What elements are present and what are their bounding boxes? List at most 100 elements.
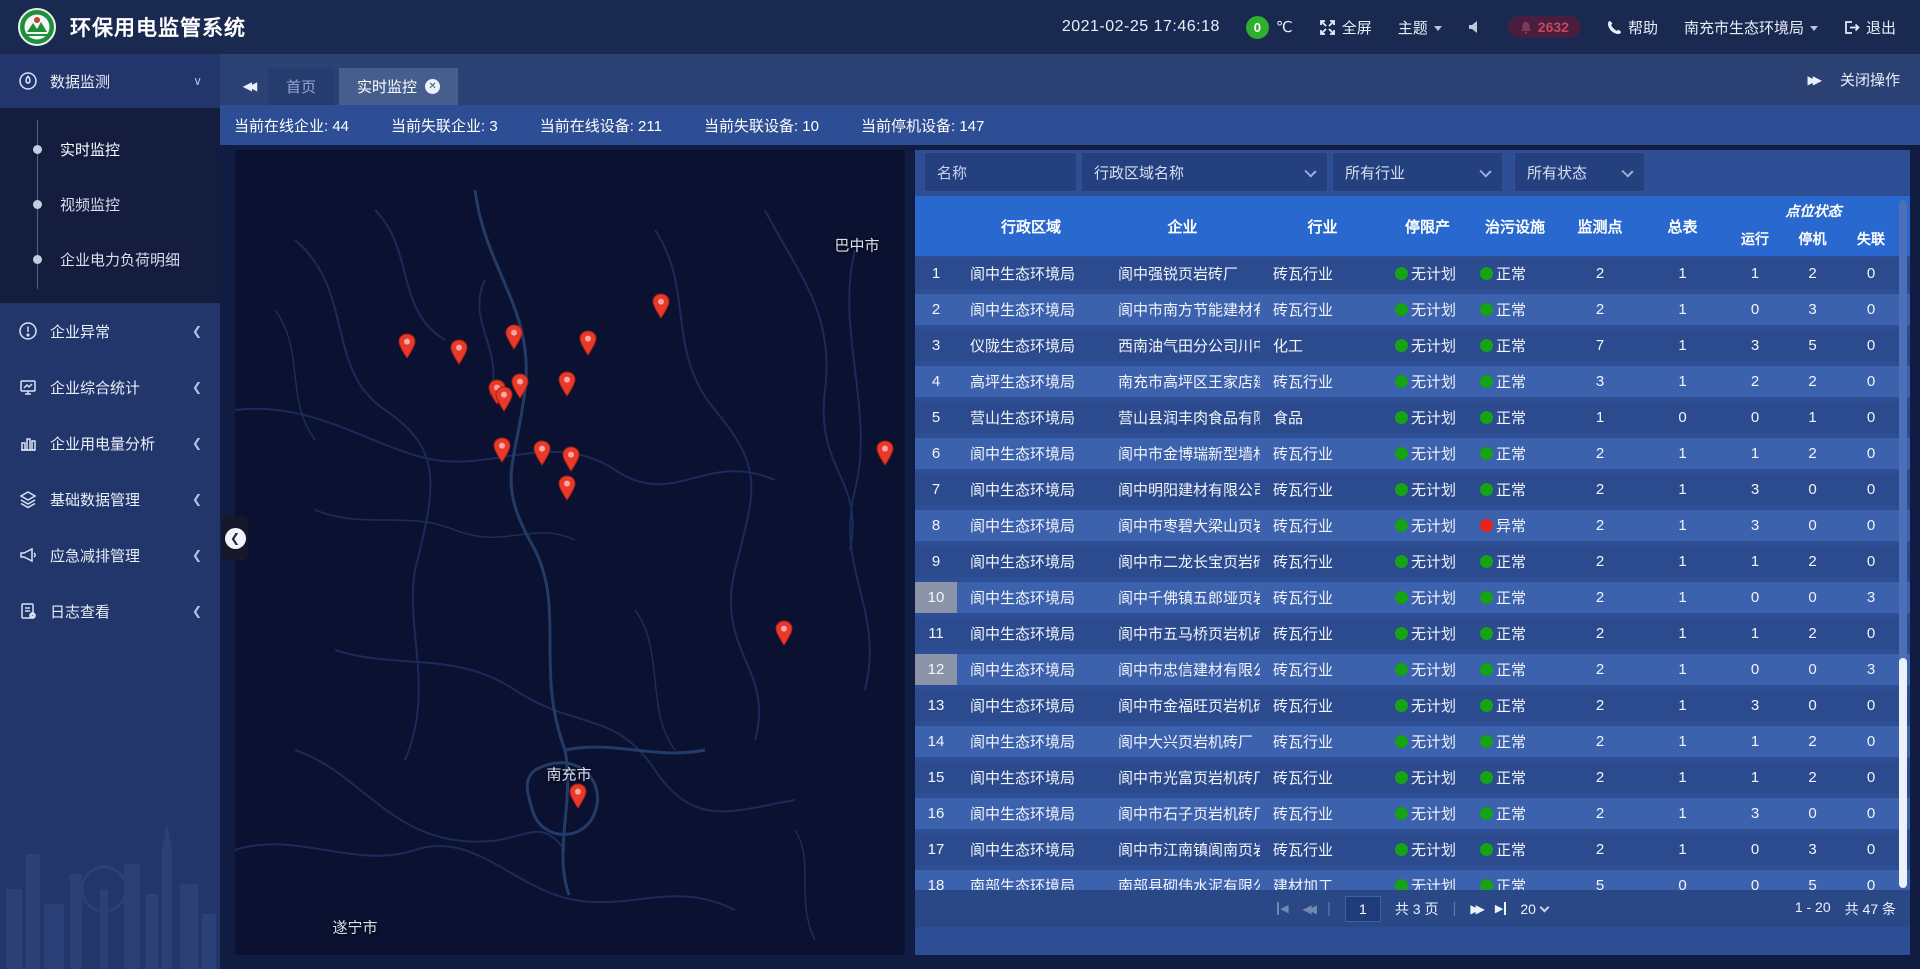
cell-stop: 1 [1785, 402, 1840, 433]
table-row[interactable]: 6阆中生态环境局阆中市金博瑞新型墙材砖瓦行业无计划正常21120 [915, 438, 1910, 469]
col-stop: 停机 [1785, 222, 1840, 256]
temperature-unit: ℃ [1276, 18, 1293, 36]
sidebar-item-企业异常[interactable]: 企业异常❮ [0, 303, 220, 359]
cell-points: 2 [1560, 726, 1640, 757]
sidebar-item-数据监测[interactable]: 数据监测∨ [0, 54, 220, 108]
table-row[interactable]: 7阆中生态环境局阆中明阳建材有限公司砖瓦行业无计划正常21300 [915, 474, 1910, 505]
row-index: 15 [915, 762, 957, 793]
table-row[interactable]: 5营山生态环境局营山县润丰肉食品有限食品无计划正常10010 [915, 402, 1910, 433]
map-marker-pin[interactable] [492, 437, 512, 463]
cell-lost: 0 [1840, 546, 1902, 577]
table-row[interactable]: 1阆中生态环境局阆中强锐页岩砖厂砖瓦行业无计划正常21120 [915, 258, 1910, 289]
cell-run: 1 [1725, 546, 1785, 577]
tab-实时监控[interactable]: 实时监控✕ [339, 68, 458, 105]
sidebar-item-应急减排管理[interactable]: 应急减排管理❮ [0, 527, 220, 583]
page-number-input[interactable]: 1 [1345, 896, 1381, 922]
sidebar-item-视频监控[interactable]: 视频监控 [0, 177, 220, 232]
table-row[interactable]: 10阆中生态环境局阆中千佛镇五郎垭页岩砖瓦行业无计划正常21003 [915, 582, 1910, 613]
table-row[interactable]: 3仪陇生态环境局西南油气田分公司川中化工无计划正常71350 [915, 330, 1910, 361]
cell-industry: 砖瓦行业 [1260, 726, 1385, 757]
tab-strip: ◀◀ 首页实时监控✕ ▶▶ 关闭操作 [220, 54, 1920, 105]
tabs-scroll-right-button[interactable]: ▶▶ [1808, 73, 1818, 87]
org-dropdown[interactable]: 南充市生态环境局 [1684, 17, 1818, 38]
table-row[interactable]: 16阆中生态环境局阆中市石子页岩机砖厂砖瓦行业无计划正常21300 [915, 798, 1910, 829]
map-marker-pin[interactable] [578, 330, 598, 356]
table-row[interactable]: 9阆中生态环境局阆中市二龙长宝页岩砖砖瓦行业无计划正常21120 [915, 546, 1910, 577]
prev-page-button[interactable]: ◀◀ [1303, 902, 1313, 916]
map-marker-pin[interactable] [449, 339, 469, 365]
cell-meter: 1 [1640, 762, 1725, 793]
table-row[interactable]: 11阆中生态环境局阆中市五马桥页岩机砖砖瓦行业无计划正常21120 [915, 618, 1910, 649]
sidebar-item-企业电力负荷明细[interactable]: 企业电力负荷明细 [0, 232, 220, 287]
cell-facility: 正常 [1470, 654, 1560, 685]
map-marker-pin[interactable] [561, 446, 581, 472]
last-page-button[interactable]: ▶ [1495, 902, 1506, 915]
status-dot [1480, 267, 1493, 280]
sidebar-item-实时监控[interactable]: 实时监控 [0, 122, 220, 177]
map-marker-pin[interactable] [397, 333, 417, 359]
cell-industry: 砖瓦行业 [1260, 798, 1385, 829]
table-row[interactable]: 2阆中生态环境局阆中市南方节能建材有砖瓦行业无计划正常21030 [915, 294, 1910, 325]
sound-button[interactable] [1468, 20, 1482, 34]
table-row[interactable]: 17阆中生态环境局阆中市江南镇阆南页岩砖瓦行业无计划正常21030 [915, 834, 1910, 865]
cell-industry: 砖瓦行业 [1260, 258, 1385, 289]
cell-limit: 无计划 [1385, 402, 1470, 433]
map-marker-pin[interactable] [568, 783, 588, 809]
scrollbar-thumb[interactable] [1899, 658, 1907, 888]
cell-stop: 2 [1785, 546, 1840, 577]
map-marker-pin[interactable] [504, 324, 524, 350]
sidebar-item-基础数据管理[interactable]: 基础数据管理❮ [0, 471, 220, 527]
sidebar-item-日志查看[interactable]: 日志查看❮ [0, 583, 220, 639]
help-button[interactable]: 帮助 [1607, 17, 1658, 38]
cell-facility: 正常 [1470, 582, 1560, 613]
fullscreen-button[interactable]: 全屏 [1319, 17, 1372, 38]
status-dot [1480, 663, 1493, 676]
map-marker-pin[interactable] [875, 440, 895, 466]
map-marker-pin[interactable] [774, 620, 794, 646]
status-filter-select[interactable]: 所有状态 [1514, 152, 1645, 192]
cell-points: 2 [1560, 834, 1640, 865]
region-filter-select[interactable]: 行政区域名称 [1081, 152, 1328, 192]
map-marker-pin[interactable] [532, 440, 552, 466]
table-scrollbar[interactable] [1899, 200, 1907, 888]
map-marker-pin[interactable] [651, 293, 671, 319]
status-dot [1480, 771, 1493, 784]
cell-limit: 无计划 [1385, 294, 1470, 325]
row-index: 9 [915, 546, 957, 577]
map-panel[interactable]: 巴中市南充市遂宁市 ❮ [235, 150, 905, 955]
table-row[interactable]: 13阆中生态环境局阆中市金福旺页岩机砖砖瓦行业无计划正常21300 [915, 690, 1910, 721]
first-page-button[interactable]: ◀ [1277, 902, 1288, 915]
sidebar-item-企业用电量分析[interactable]: 企业用电量分析❮ [0, 415, 220, 471]
cell-run: 0 [1725, 870, 1785, 890]
col-meter: 总表 [1640, 196, 1725, 256]
industry-filter-select[interactable]: 所有行业 [1332, 152, 1503, 192]
table-row[interactable]: 14阆中生态环境局阆中大兴页岩机砖厂砖瓦行业无计划正常21120 [915, 726, 1910, 757]
cell-facility: 正常 [1470, 474, 1560, 505]
col-region: 行政区域 [957, 196, 1105, 256]
name-filter-input[interactable]: 名称 [924, 152, 1077, 192]
tab-close-icon[interactable]: ✕ [425, 79, 440, 94]
next-page-button[interactable]: ▶▶ [1470, 902, 1480, 916]
tab-首页[interactable]: 首页 [268, 68, 334, 105]
table-row[interactable]: 4高坪生态环境局南充市高坪区王家店建砖瓦行业无计划正常31220 [915, 366, 1910, 397]
table-row[interactable]: 8阆中生态环境局阆中市枣碧大梁山页岩砖瓦行业无计划异常21300 [915, 510, 1910, 541]
page-size-select[interactable]: 20 [1520, 901, 1548, 917]
table-row[interactable]: 12阆中生态环境局阆中市忠信建材有限公砖瓦行业无计划正常21003 [915, 654, 1910, 685]
sidebar-item-企业综合统计[interactable]: 企业综合统计❮ [0, 359, 220, 415]
status-dot [1480, 843, 1493, 856]
table-row[interactable]: 15阆中生态环境局阆中市光富页岩机砖厂砖瓦行业无计划正常21120 [915, 762, 1910, 793]
sidebar-collapse-handle[interactable]: ❮ [222, 516, 248, 560]
monitor-icon [18, 71, 38, 91]
cell-company: 西南油气田分公司川中 [1105, 330, 1260, 361]
map-marker-pin[interactable] [557, 475, 577, 501]
map-marker-pin[interactable] [494, 386, 514, 412]
tabs-scroll-left-button[interactable]: ◀◀ [233, 67, 263, 104]
cell-region: 阆中生态环境局 [957, 546, 1105, 577]
notification-button[interactable]: 2632 [1508, 16, 1581, 38]
close-operations-button[interactable]: 关闭操作 [1840, 69, 1900, 90]
table-row[interactable]: 18南部生态环境局南部县砌伟水泥有限公建材加工无计划正常50050 [915, 870, 1910, 890]
theme-dropdown[interactable]: 主题 [1398, 17, 1442, 38]
stats-bar: 当前在线企业: 44当前失联企业: 3当前在线设备: 211当前失联设备: 10… [220, 105, 1920, 145]
logout-button[interactable]: 退出 [1844, 17, 1896, 38]
map-marker-pin[interactable] [557, 371, 577, 397]
